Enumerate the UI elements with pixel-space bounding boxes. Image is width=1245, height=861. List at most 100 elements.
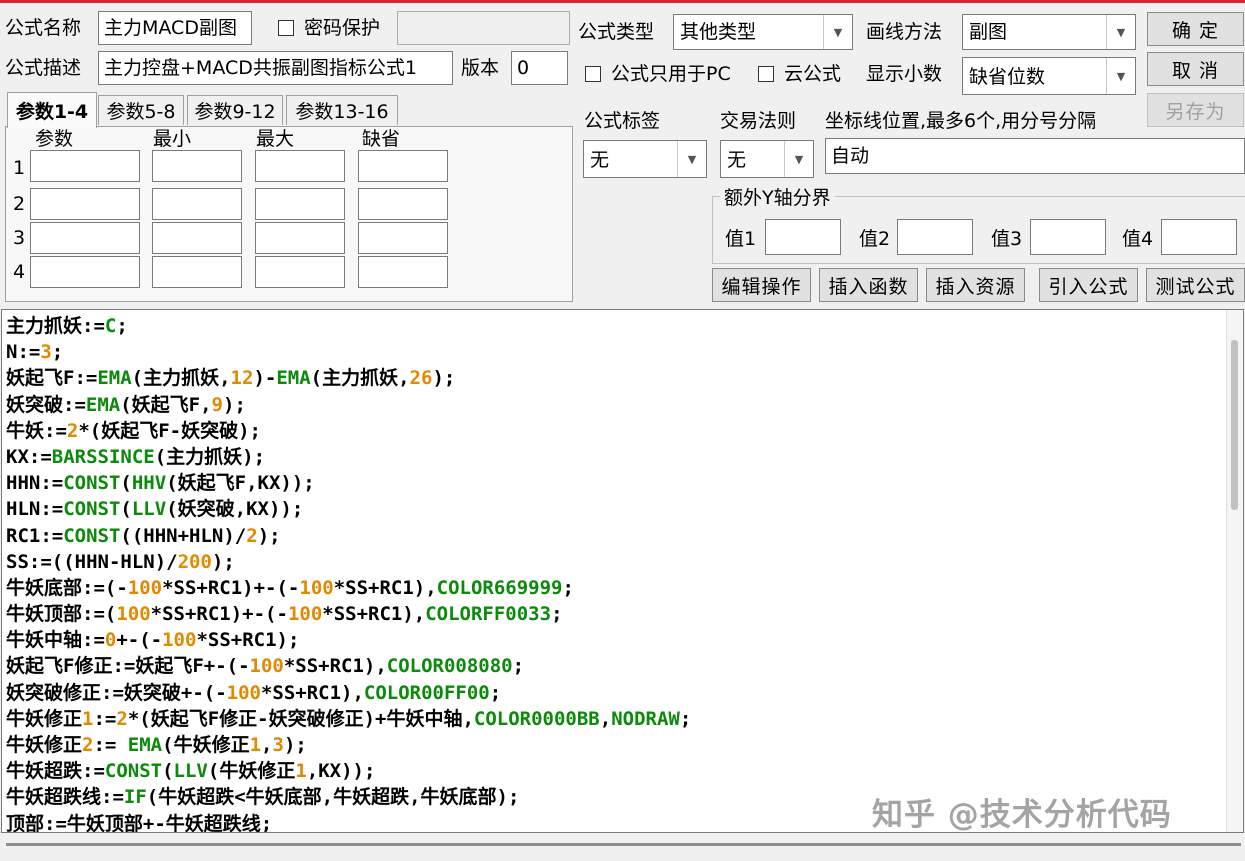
code-line[interactable]: N:=3; [6,339,691,365]
code-line[interactable]: 顶部:=牛妖顶部+-牛妖超跌线; [6,811,691,832]
chevron-down-icon[interactable]: ▼ [823,15,852,49]
code-line[interactable]: 妖突破修正:=妖突破+-(-100*SS+RC1),COLOR00FF00; [6,680,691,706]
param-max-input[interactable] [255,150,345,182]
y-value-3-input[interactable] [1030,219,1106,255]
chevron-down-icon[interactable]: ▼ [677,141,706,177]
draw-method-label: 画线方法 [866,21,943,43]
trade-rule-select[interactable]: 无 ▼ [720,140,814,178]
param-header-default: 缺省 [362,128,401,150]
horizontal-scrollbar[interactable] [0,833,1245,861]
formula-name-input[interactable]: 主力MACD副图 [98,11,252,45]
code-line[interactable]: 牛妖修正2:= EMA(牛妖修正1,3); [6,732,691,758]
cancel-button[interactable]: 取 消 [1147,52,1244,86]
save-as-button[interactable]: 另存为 [1147,93,1244,127]
pc-only-checkbox[interactable] [585,66,601,82]
formula-desc-label: 公式描述 [5,57,82,79]
param-default-input[interactable] [358,188,448,220]
param-max-input[interactable] [255,256,345,288]
trade-rule-label: 交易法则 [720,110,797,132]
param-default-input[interactable] [358,222,448,254]
code-editor[interactable]: 主力抓妖:=C; N:=3; 妖起飞F:=EMA(主力抓妖,12)-EMA(主力抓妖… [1,309,1244,833]
chevron-down-icon[interactable]: ▼ [1106,58,1135,94]
formula-desc-input[interactable]: 主力控盘+MACD共振副图指标公式1 [98,51,453,85]
edit-ops-button[interactable]: 编辑操作 [712,268,811,302]
code-line[interactable]: HLN:=CONST(LLV(妖突破,KX)); [6,496,691,522]
y-value-3-label: 值3 [991,228,1023,250]
code-line[interactable]: 主力抓妖:=C; [6,313,691,339]
param-name-input[interactable] [30,188,140,220]
y-value-1-label: 值1 [725,228,757,250]
decimals-value: 缺省位数 [969,66,1046,88]
code-line[interactable]: 牛妖超跌线:=IF(牛妖超跌<牛妖底部,牛妖超跌,牛妖底部); [6,784,691,810]
y-value-2-label: 值2 [859,228,891,250]
coord-lines-input[interactable]: 自动 [825,138,1245,174]
code-line[interactable]: 牛妖:=2*(妖起飞F-妖突破); [6,418,691,444]
horizontal-scroll-thumb[interactable] [6,843,1241,846]
param-header-name: 参数 [35,128,74,150]
ok-button[interactable]: 确 定 [1147,12,1244,46]
insert-function-button[interactable]: 插入函数 [819,268,918,302]
code-line[interactable]: KX:=BARSSINCE(主力抓妖); [6,444,691,470]
code-line[interactable]: RC1:=CONST((HHN+HLN)/2); [6,523,691,549]
y-value-1-input[interactable] [765,219,841,255]
y-value-4-input[interactable] [1161,219,1237,255]
code-line[interactable]: 牛妖顶部:=(100*SS+RC1)+-(-100*SS+RC1),COLORF… [6,601,691,627]
tab-params-9-12[interactable]: 参数9-12 [187,95,283,125]
cloud-formula-label: 云公式 [784,63,842,85]
tab-params-13-16[interactable]: 参数13-16 [286,95,398,125]
watermark: 知乎 @技术分析代码 [872,797,1172,833]
draw-method-select[interactable]: 副图 ▼ [962,14,1136,50]
code-line[interactable]: 牛妖超跌:=CONST(LLV(牛妖修正1,KX)); [6,758,691,784]
password-checkbox[interactable] [278,20,294,36]
tab-params-1-4[interactable]: 参数1-4 [7,92,97,128]
param-max-input[interactable] [255,188,345,220]
cloud-formula-checkbox[interactable] [758,66,774,82]
param-min-input[interactable] [152,188,242,220]
version-label: 版本 [461,57,500,79]
import-formula-button[interactable]: 引入公式 [1039,268,1138,302]
code-line[interactable]: 妖起飞F修正:=妖起飞F+-(-100*SS+RC1),COLOR008080; [6,653,691,679]
test-formula-button[interactable]: 测试公式 [1146,268,1245,302]
tab-params-5-8[interactable]: 参数5-8 [98,95,184,125]
code-line[interactable]: 妖突破:=EMA(妖起飞F,9); [6,392,691,418]
vertical-scrollbar[interactable] [1226,310,1243,832]
param-min-input[interactable] [152,222,242,254]
decimals-label: 显示小数 [866,63,943,85]
param-header-min: 最小 [153,128,192,150]
param-default-input[interactable] [358,150,448,182]
chevron-down-icon[interactable]: ▼ [1106,15,1135,49]
param-row-number: 4 [12,261,26,283]
password-input[interactable] [397,11,570,45]
chevron-down-icon[interactable]: ▼ [784,141,813,177]
code-line[interactable]: SS:=((HHN-HLN)/200); [6,549,691,575]
param-name-input[interactable] [30,256,140,288]
formula-tag-select[interactable]: 无 ▼ [583,140,707,178]
decimals-select[interactable]: 缺省位数 ▼ [962,57,1136,95]
code-text[interactable]: 主力抓妖:=C; N:=3; 妖起飞F:=EMA(主力抓妖,12)-EMA(主力抓妖… [6,313,691,832]
formula-type-label: 公式类型 [578,21,655,43]
password-label: 密码保护 [304,17,381,39]
draw-method-value: 副图 [969,21,1008,43]
param-row-number: 2 [12,193,26,215]
y-value-4-label: 值4 [1122,228,1154,250]
insert-resource-button[interactable]: 插入资源 [926,268,1025,302]
param-name-input[interactable] [30,222,140,254]
param-max-input[interactable] [255,222,345,254]
code-line[interactable]: 牛妖修正1:=2*(妖起飞F修正-妖突破修正)+牛妖中轴,COLOR0000BB… [6,706,691,732]
coord-lines-label: 坐标线位置,最多6个,用分号分隔 [825,110,1097,132]
code-line[interactable]: 牛妖底部:=(-100*SS+RC1)+-(-100*SS+RC1),COLOR… [6,575,691,601]
code-line[interactable]: 妖起飞F:=EMA(主力抓妖,12)-EMA(主力抓妖,26); [6,365,691,391]
y-value-2-input[interactable] [897,219,973,255]
code-line[interactable]: HHN:=CONST(HHV(妖起飞F,KX)); [6,470,691,496]
pc-only-label: 公式只用于PC [611,63,731,85]
param-min-input[interactable] [152,256,242,288]
code-line[interactable]: 牛妖中轴:=0+-(-100*SS+RC1); [6,627,691,653]
param-row-number: 1 [12,157,26,179]
param-default-input[interactable] [358,256,448,288]
extra-y-axis-title: 额外Y轴分界 [720,185,835,211]
vertical-scroll-thumb[interactable] [1231,340,1238,510]
param-name-input[interactable] [30,150,140,182]
param-min-input[interactable] [152,150,242,182]
formula-type-select[interactable]: 其他类型 ▼ [673,14,853,50]
version-input[interactable]: 0 [511,51,568,85]
